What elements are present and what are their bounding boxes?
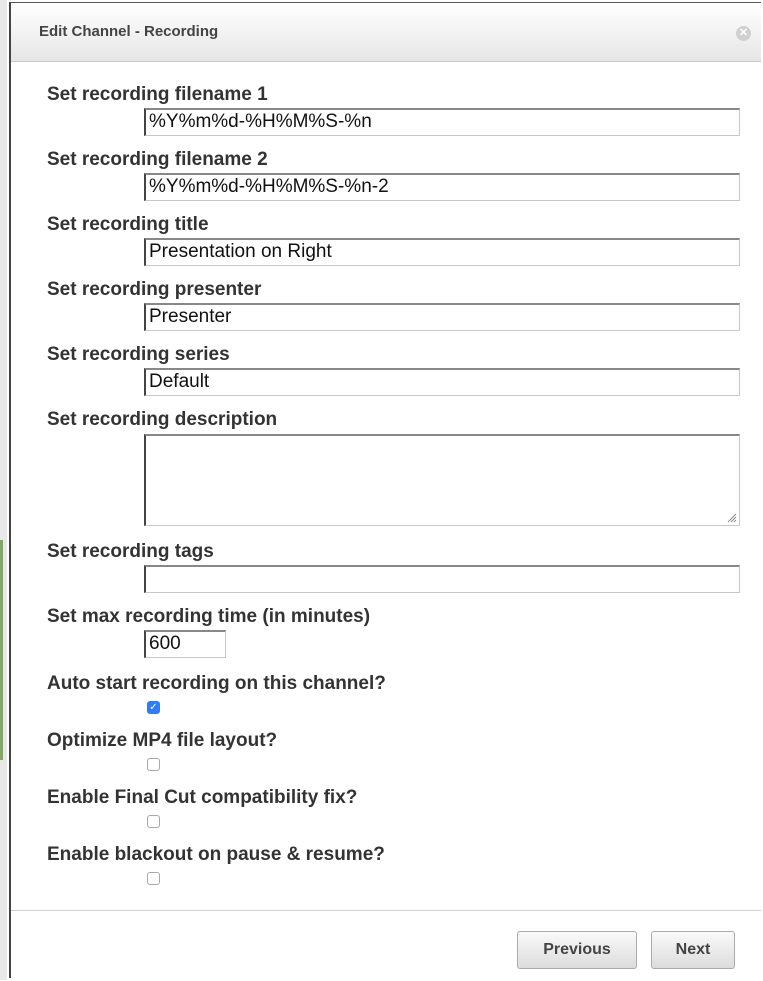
- blackout-checkbox[interactable]: [147, 872, 160, 885]
- description-label: Set recording description: [47, 409, 278, 430]
- auto-start-checkbox[interactable]: ✓: [147, 701, 160, 714]
- description-textarea[interactable]: [144, 434, 740, 526]
- title-label: Set recording title: [47, 214, 209, 235]
- final-cut-fix-checkbox[interactable]: [147, 815, 160, 828]
- presenter-label: Set recording presenter: [47, 279, 262, 300]
- next-button[interactable]: Next: [651, 931, 735, 969]
- close-icon[interactable]: ✕: [736, 26, 751, 41]
- series-input[interactable]: Default: [144, 368, 740, 396]
- auto-start-label: Auto start recording on this channel?: [47, 673, 386, 694]
- filename2-label: Set recording filename 2: [47, 149, 268, 170]
- background-accent: [0, 540, 3, 760]
- tags-input[interactable]: [144, 565, 740, 593]
- previous-button[interactable]: Previous: [517, 931, 637, 969]
- optimize-mp4-label: Optimize MP4 file layout?: [47, 730, 278, 751]
- blackout-label: Enable blackout on pause & resume?: [47, 844, 385, 865]
- filename1-label: Set recording filename 1: [47, 84, 268, 105]
- resize-handle-icon[interactable]: [727, 513, 737, 523]
- series-label: Set recording series: [47, 344, 230, 365]
- filename1-input[interactable]: %Y%m%d-%H%M%S-%n: [144, 108, 740, 136]
- optimize-mp4-checkbox[interactable]: [147, 758, 160, 771]
- dialog-footer: Previous Next: [11, 910, 761, 981]
- background-strip: [0, 0, 7, 980]
- edit-channel-dialog: Edit Channel - Recording ✕ Set recording…: [9, 2, 761, 978]
- presenter-input[interactable]: Presenter: [144, 303, 740, 331]
- title-input[interactable]: Presentation on Right: [144, 238, 740, 266]
- final-cut-fix-label: Enable Final Cut compatibility fix?: [47, 787, 358, 808]
- dialog-titlebar: Edit Channel - Recording ✕: [11, 3, 761, 62]
- dialog-title: Edit Channel - Recording: [39, 23, 219, 40]
- filename2-input[interactable]: %Y%m%d-%H%M%S-%n-2: [144, 173, 740, 201]
- tags-label: Set recording tags: [47, 541, 214, 562]
- max-time-input[interactable]: 600: [144, 630, 226, 658]
- max-time-label: Set max recording time (in minutes): [47, 606, 371, 627]
